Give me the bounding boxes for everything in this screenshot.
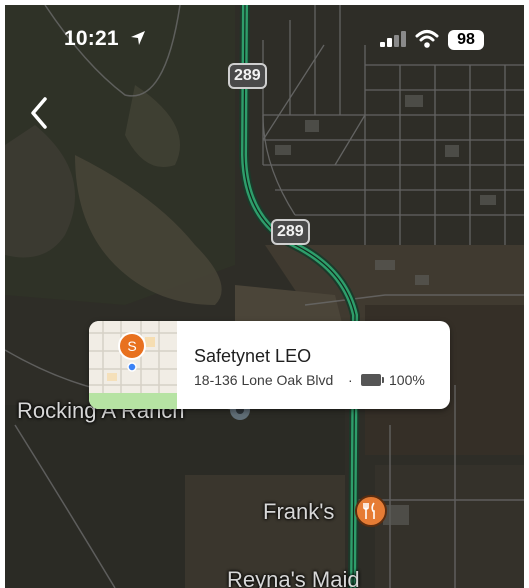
map-screen: 289 289 10:21 98 Rocking A Ranch Frank's… <box>5 5 524 588</box>
status-bar: 10:21 98 <box>5 5 524 77</box>
place-address: 18-136 Lone Oak Blvd <box>194 372 334 388</box>
place-name: Safetynet LEO <box>194 346 312 366</box>
battery-icon: 98 <box>448 30 484 50</box>
device-battery-percent: 100% <box>389 372 425 388</box>
status-time: 10:21 <box>64 27 119 50</box>
wifi-icon <box>415 29 439 54</box>
place-card[interactable]: S Safetynet LEO 18-136 Lone Oak Blvd · 1… <box>89 321 450 409</box>
back-chevron-icon <box>31 97 47 129</box>
back-button[interactable] <box>23 93 57 133</box>
map-label-franks[interactable]: Frank's <box>263 499 334 525</box>
location-arrow-icon <box>129 29 147 52</box>
battery-icon <box>361 374 384 386</box>
route-289-shield-mid: 289 <box>271 219 310 245</box>
cellular-signal-icon <box>380 31 408 52</box>
marker-letter: S <box>127 338 137 354</box>
address-separator: · <box>348 372 353 388</box>
place-thumbnail-map <box>89 321 177 409</box>
map-label-reynas[interactable]: Reyna's Maid <box>227 567 360 588</box>
restaurant-icon[interactable] <box>355 495 387 527</box>
